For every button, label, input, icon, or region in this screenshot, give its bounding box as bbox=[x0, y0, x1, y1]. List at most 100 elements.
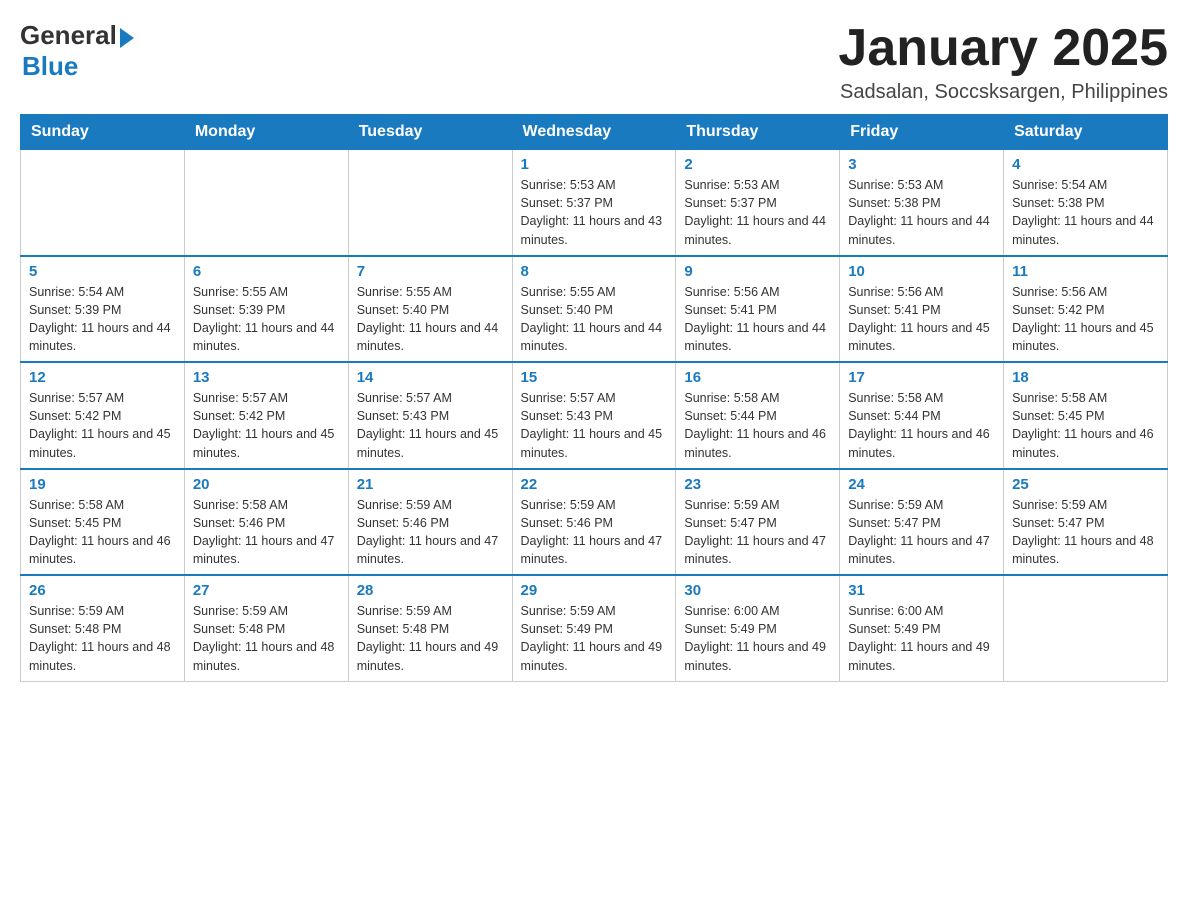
day-info: Sunrise: 6:00 AM Sunset: 5:49 PM Dayligh… bbox=[848, 602, 995, 675]
calendar-cell: 2Sunrise: 5:53 AM Sunset: 5:37 PM Daylig… bbox=[676, 150, 840, 256]
day-info: Sunrise: 5:57 AM Sunset: 5:42 PM Dayligh… bbox=[29, 389, 176, 462]
calendar-cell: 8 Sunrise: 5:55 AM Sunset: 5:40 PM Daylig… bbox=[512, 256, 676, 363]
weekday-header-tuesday: Tuesday bbox=[348, 115, 512, 150]
calendar-cell: 17 Sunrise: 5:58 AM Sunset: 5:44 PM Dayli… bbox=[840, 362, 1004, 469]
logo-blue-text: Blue bbox=[22, 51, 78, 82]
calendar-cell: 11 Sunrise: 5:56 AM Sunset: 5:42 PM Dayli… bbox=[1004, 256, 1168, 363]
calendar-cell: 20 Sunrise: 5:58 AM Sunset: 5:46 PM Dayli… bbox=[184, 469, 348, 576]
calendar-cell: 3Sunrise: 5:53 AM Sunset: 5:38 PM Daylig… bbox=[840, 150, 1004, 256]
day-number: 21 bbox=[357, 476, 504, 493]
calendar-cell: 24Sunrise: 5:59 AM Sunset: 5:47 PM Dayli… bbox=[840, 469, 1004, 576]
calendar-cell: 27Sunrise: 5:59 AM Sunset: 5:48 PM Dayli… bbox=[184, 575, 348, 681]
day-number: 13 bbox=[193, 369, 340, 386]
calendar-table: SundayMondayTuesdayWednesdayThursdayFrid… bbox=[20, 114, 1168, 682]
day-info: Sunrise: 5:59 AM Sunset: 5:49 PM Dayligh… bbox=[521, 602, 668, 675]
calendar-cell: 12 Sunrise: 5:57 AM Sunset: 5:42 PM Dayli… bbox=[21, 362, 185, 469]
day-number: 1 bbox=[521, 156, 668, 173]
day-number: 20 bbox=[193, 476, 340, 493]
calendar-cell bbox=[184, 150, 348, 256]
day-info: Sunrise: 5:55 AM Sunset: 5:39 PM Dayligh… bbox=[193, 283, 340, 356]
calendar-cell bbox=[348, 150, 512, 256]
location-text: Sadsalan, Soccsksargen, Philippines bbox=[838, 81, 1168, 104]
day-number: 25 bbox=[1012, 476, 1159, 493]
title-section: January 2025 Sadsalan, Soccsksargen, Phi… bbox=[838, 20, 1168, 104]
day-info: Sunrise: 5:59 AM Sunset: 5:46 PM Dayligh… bbox=[521, 496, 668, 569]
day-number: 19 bbox=[29, 476, 176, 493]
weekday-header-thursday: Thursday bbox=[676, 115, 840, 150]
day-info: Sunrise: 5:59 AM Sunset: 5:48 PM Dayligh… bbox=[29, 602, 176, 675]
day-info: Sunrise: 5:55 AM Sunset: 5:40 PM Dayligh… bbox=[357, 283, 504, 356]
calendar-cell: 4 Sunrise: 5:54 AM Sunset: 5:38 PM Daylig… bbox=[1004, 150, 1168, 256]
calendar-cell: 31Sunrise: 6:00 AM Sunset: 5:49 PM Dayli… bbox=[840, 575, 1004, 681]
calendar-cell: 6 Sunrise: 5:55 AM Sunset: 5:39 PM Daylig… bbox=[184, 256, 348, 363]
month-title: January 2025 bbox=[838, 20, 1168, 77]
day-info: Sunrise: 5:59 AM Sunset: 5:47 PM Dayligh… bbox=[684, 496, 831, 569]
day-info: Sunrise: 5:57 AM Sunset: 5:43 PM Dayligh… bbox=[521, 389, 668, 462]
calendar-cell: 9 Sunrise: 5:56 AM Sunset: 5:41 PM Daylig… bbox=[676, 256, 840, 363]
day-number: 23 bbox=[684, 476, 831, 493]
day-number: 6 bbox=[193, 263, 340, 280]
weekday-header-friday: Friday bbox=[840, 115, 1004, 150]
day-number: 11 bbox=[1012, 263, 1159, 280]
day-number: 18 bbox=[1012, 369, 1159, 386]
day-number: 8 bbox=[521, 263, 668, 280]
day-info: Sunrise: 5:53 AM Sunset: 5:38 PM Dayligh… bbox=[848, 176, 995, 249]
day-number: 9 bbox=[684, 263, 831, 280]
day-number: 30 bbox=[684, 582, 831, 599]
calendar-cell: 19 Sunrise: 5:58 AM Sunset: 5:45 PM Dayli… bbox=[21, 469, 185, 576]
day-info: Sunrise: 5:53 AM Sunset: 5:37 PM Dayligh… bbox=[521, 176, 668, 249]
calendar-cell: 29 Sunrise: 5:59 AM Sunset: 5:49 PM Dayli… bbox=[512, 575, 676, 681]
calendar-cell: 5 Sunrise: 5:54 AM Sunset: 5:39 PM Daylig… bbox=[21, 256, 185, 363]
calendar-cell: 30 Sunrise: 6:00 AM Sunset: 5:49 PM Dayli… bbox=[676, 575, 840, 681]
day-number: 5 bbox=[29, 263, 176, 280]
day-number: 12 bbox=[29, 369, 176, 386]
calendar-cell: 1 Sunrise: 5:53 AM Sunset: 5:37 PM Daylig… bbox=[512, 150, 676, 256]
weekday-header-monday: Monday bbox=[184, 115, 348, 150]
day-info: Sunrise: 5:57 AM Sunset: 5:42 PM Dayligh… bbox=[193, 389, 340, 462]
day-info: Sunrise: 5:59 AM Sunset: 5:47 PM Dayligh… bbox=[848, 496, 995, 569]
day-info: Sunrise: 5:56 AM Sunset: 5:42 PM Dayligh… bbox=[1012, 283, 1159, 356]
day-info: Sunrise: 5:54 AM Sunset: 5:38 PM Dayligh… bbox=[1012, 176, 1159, 249]
logo: General Blue bbox=[20, 20, 134, 82]
day-info: Sunrise: 5:56 AM Sunset: 5:41 PM Dayligh… bbox=[848, 283, 995, 356]
day-info: Sunrise: 5:54 AM Sunset: 5:39 PM Dayligh… bbox=[29, 283, 176, 356]
day-info: Sunrise: 5:58 AM Sunset: 5:44 PM Dayligh… bbox=[848, 389, 995, 462]
week-row-5: 26 Sunrise: 5:59 AM Sunset: 5:48 PM Dayli… bbox=[21, 575, 1168, 681]
calendar-cell: 26 Sunrise: 5:59 AM Sunset: 5:48 PM Dayli… bbox=[21, 575, 185, 681]
day-info: Sunrise: 5:58 AM Sunset: 5:45 PM Dayligh… bbox=[1012, 389, 1159, 462]
day-number: 26 bbox=[29, 582, 176, 599]
calendar-cell: 15Sunrise: 5:57 AM Sunset: 5:43 PM Dayli… bbox=[512, 362, 676, 469]
day-info: Sunrise: 5:58 AM Sunset: 5:44 PM Dayligh… bbox=[684, 389, 831, 462]
calendar-cell: 21 Sunrise: 5:59 AM Sunset: 5:46 PM Dayli… bbox=[348, 469, 512, 576]
day-info: Sunrise: 6:00 AM Sunset: 5:49 PM Dayligh… bbox=[684, 602, 831, 675]
calendar-cell: 16 Sunrise: 5:58 AM Sunset: 5:44 PM Dayli… bbox=[676, 362, 840, 469]
day-info: Sunrise: 5:56 AM Sunset: 5:41 PM Dayligh… bbox=[684, 283, 831, 356]
day-number: 16 bbox=[684, 369, 831, 386]
day-number: 27 bbox=[193, 582, 340, 599]
week-row-1: 1 Sunrise: 5:53 AM Sunset: 5:37 PM Daylig… bbox=[21, 150, 1168, 256]
day-number: 29 bbox=[521, 582, 668, 599]
calendar-cell: 22 Sunrise: 5:59 AM Sunset: 5:46 PM Dayli… bbox=[512, 469, 676, 576]
day-number: 7 bbox=[357, 263, 504, 280]
logo-general-text: General bbox=[20, 20, 117, 51]
day-number: 22 bbox=[521, 476, 668, 493]
day-number: 10 bbox=[848, 263, 995, 280]
day-number: 17 bbox=[848, 369, 995, 386]
day-info: Sunrise: 5:58 AM Sunset: 5:46 PM Dayligh… bbox=[193, 496, 340, 569]
weekday-header-sunday: Sunday bbox=[21, 115, 185, 150]
day-number: 4 bbox=[1012, 156, 1159, 173]
day-info: Sunrise: 5:59 AM Sunset: 5:46 PM Dayligh… bbox=[357, 496, 504, 569]
day-info: Sunrise: 5:57 AM Sunset: 5:43 PM Dayligh… bbox=[357, 389, 504, 462]
calendar-cell: 23 Sunrise: 5:59 AM Sunset: 5:47 PM Dayli… bbox=[676, 469, 840, 576]
week-row-3: 12 Sunrise: 5:57 AM Sunset: 5:42 PM Dayli… bbox=[21, 362, 1168, 469]
calendar-cell: 25Sunrise: 5:59 AM Sunset: 5:47 PM Dayli… bbox=[1004, 469, 1168, 576]
calendar-cell: 18 Sunrise: 5:58 AM Sunset: 5:45 PM Dayli… bbox=[1004, 362, 1168, 469]
weekday-header-saturday: Saturday bbox=[1004, 115, 1168, 150]
day-info: Sunrise: 5:58 AM Sunset: 5:45 PM Dayligh… bbox=[29, 496, 176, 569]
day-info: Sunrise: 5:55 AM Sunset: 5:40 PM Dayligh… bbox=[521, 283, 668, 356]
day-info: Sunrise: 5:59 AM Sunset: 5:48 PM Dayligh… bbox=[357, 602, 504, 675]
page-header: General Blue January 2025 Sadsalan, Socc… bbox=[20, 20, 1168, 104]
calendar-cell: 28 Sunrise: 5:59 AM Sunset: 5:48 PM Dayli… bbox=[348, 575, 512, 681]
calendar-cell: 10 Sunrise: 5:56 AM Sunset: 5:41 PM Dayli… bbox=[840, 256, 1004, 363]
day-number: 28 bbox=[357, 582, 504, 599]
